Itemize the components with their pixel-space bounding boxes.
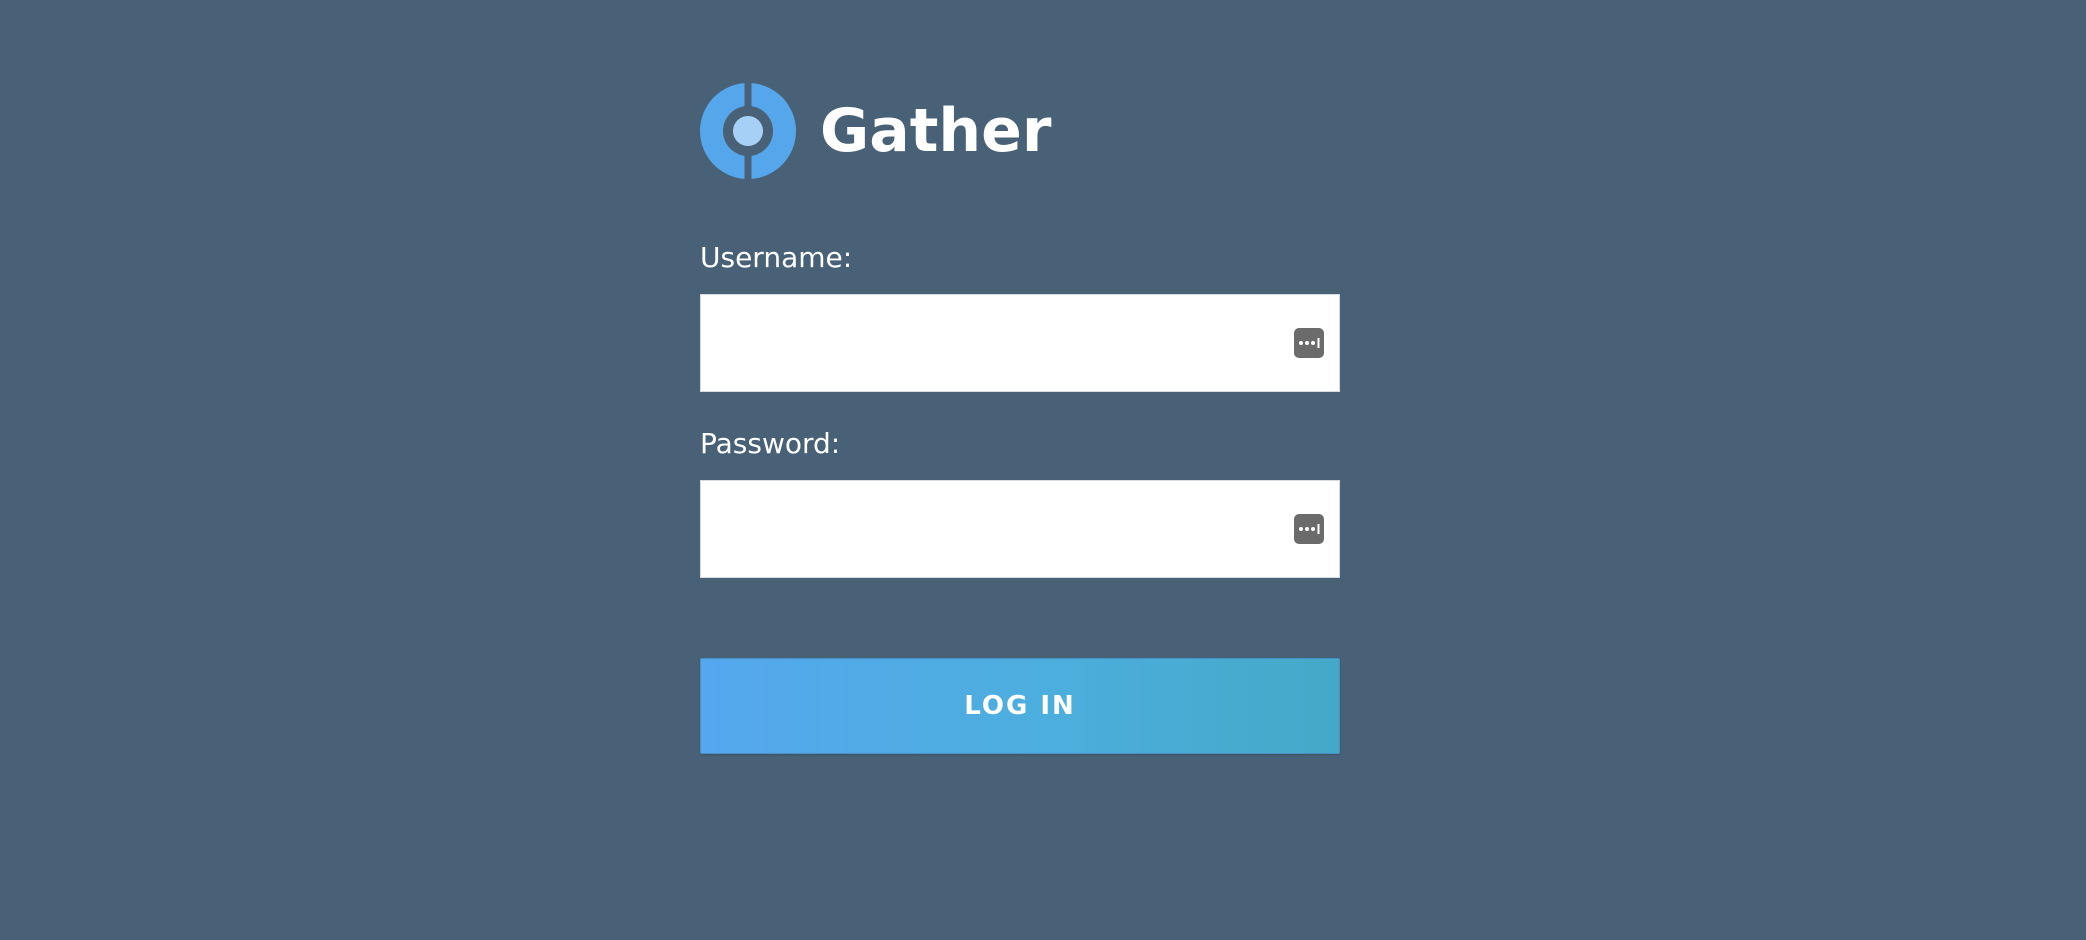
- login-form: Gather Username: Password: LOG IN: [700, 83, 1340, 754]
- brand-name: Gather: [820, 96, 1052, 166]
- brand-header: Gather: [700, 83, 1340, 179]
- password-field-wrapper: [700, 480, 1340, 578]
- login-button[interactable]: LOG IN: [700, 658, 1340, 754]
- ellipsis-icon: [1299, 338, 1320, 348]
- username-input[interactable]: [701, 295, 1339, 391]
- ellipsis-icon: [1299, 524, 1320, 534]
- username-label: Username:: [700, 241, 853, 274]
- gather-logo-icon: [700, 83, 796, 179]
- password-label: Password:: [700, 427, 841, 460]
- password-input[interactable]: [701, 481, 1339, 577]
- username-field-wrapper: [700, 294, 1340, 392]
- password-manager-icon[interactable]: [1294, 328, 1324, 358]
- password-manager-icon[interactable]: [1294, 514, 1324, 544]
